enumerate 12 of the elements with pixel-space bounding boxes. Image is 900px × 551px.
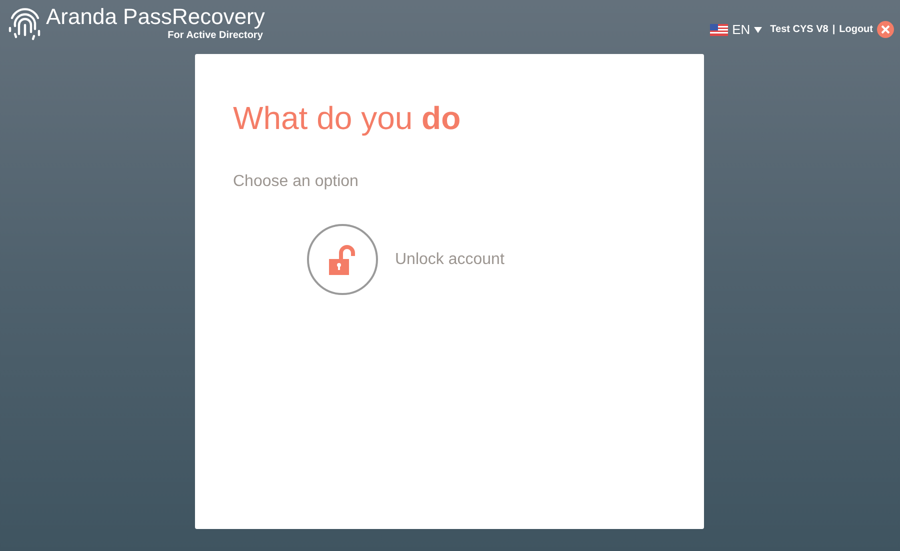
brand-name: Aranda PassRecovery	[46, 4, 265, 30]
flag-icon	[710, 24, 728, 36]
caret-icon	[754, 26, 762, 33]
close-icon[interactable]	[877, 21, 894, 38]
brand-subtitle: For Active Directory	[168, 30, 264, 42]
language-selector[interactable]: EN	[732, 20, 762, 40]
separator: |	[832, 23, 836, 38]
option-button[interactable]: Unlock account	[307, 224, 666, 295]
logout-link[interactable]: Logout	[839, 22, 873, 38]
user-name: Test CYS V8	[770, 23, 828, 38]
card-title: What do you do	[233, 99, 462, 138]
prompt-text: Choose an option	[233, 172, 360, 192]
